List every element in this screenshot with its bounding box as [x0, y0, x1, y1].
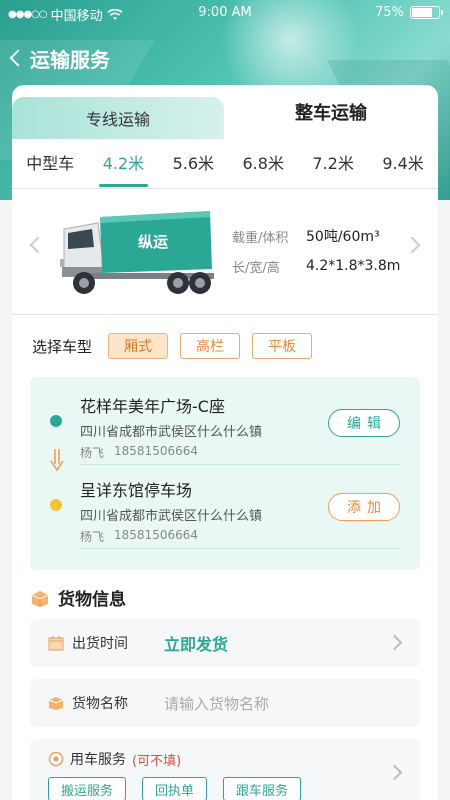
chevron-right-icon[interactable] — [386, 764, 403, 781]
cargo-section-title: 货物信息 — [30, 585, 126, 610]
stop-name: 呈详东馆停车场 — [80, 481, 193, 500]
package-icon — [31, 590, 49, 607]
divider — [80, 548, 400, 549]
section-title-text: 货物信息 — [58, 590, 126, 610]
pickup-stop: 花样年美年广场-C座 四川省成都市武侯区什么什么镇 杨飞 18581506664… — [30, 385, 420, 465]
battery-status: 75% — [375, 5, 443, 20]
tab-dedicated-line[interactable]: 专线运输 — [12, 97, 224, 139]
size-tab[interactable]: 7.2米 — [308, 139, 357, 189]
chevron-right-icon — [386, 634, 403, 651]
ship-time-field[interactable]: 出货时间 立即发货 — [30, 619, 420, 667]
stop-contact: 杨飞 18581506664 — [80, 444, 262, 461]
contact-phone: 18581506664 — [114, 528, 198, 542]
service-options: 搬运服务 回执单 跟车服务 — [48, 777, 302, 800]
stop-contact: 杨飞 18581506664 — [80, 528, 262, 545]
size-tab[interactable]: 中型车 — [22, 139, 78, 189]
stop-name: 花样年美年广场-C座 — [80, 397, 225, 416]
prev-truck-arrow-icon[interactable] — [29, 236, 47, 254]
delivery-dot-icon — [50, 499, 62, 511]
vehicle-type-label: 选择车型 — [32, 337, 93, 356]
truck-size-tabs: 中型车 4.2米 5.6米 6.8米 7.2米 9.4米 — [12, 139, 438, 189]
stop-address: 四川省成都市武侯区什么什么镇 — [80, 425, 263, 440]
truck-brand-text: 纵运 — [138, 233, 168, 251]
spec-label: 载重/体积 — [232, 230, 289, 246]
nav-bar: 运输服务 — [0, 40, 110, 76]
spec-label: 长/宽/高 — [232, 260, 280, 276]
size-tab[interactable]: 6.8米 — [239, 139, 288, 189]
delivery-stop: 呈详东馆停车场 四川省成都市武侯区什么什么镇 杨飞 18581506664 添加 — [30, 469, 420, 549]
services-label: 用车服务 — [70, 752, 126, 768]
tab-full-truck[interactable]: 整车运输 — [224, 85, 438, 139]
battery-fill — [412, 8, 432, 17]
add-button[interactable]: 添加 — [328, 493, 400, 521]
vehicle-type-option[interactable]: 厢式 — [108, 333, 169, 359]
contact-name: 杨飞 — [80, 446, 105, 460]
pickup-dot-icon — [50, 415, 62, 427]
service-icon — [48, 751, 64, 767]
service-option[interactable]: 搬运服务 — [48, 777, 127, 800]
status-bar: ●●●○○ 中国移动 9:00 AM 75% — [0, 0, 450, 26]
stop-address: 四川省成都市武侯区什么什么镇 — [80, 509, 263, 524]
spec-value: 4.2*1.8*3.8m — [306, 258, 401, 274]
optional-hint: (可不填) — [132, 753, 182, 769]
spec-value: 50吨/60m³ — [306, 229, 380, 245]
size-tab[interactable]: 5.6米 — [169, 139, 218, 189]
truck-specs: 载重/体积 50吨/60m³ 长/宽/高 4.2*1.8*3.8m — [232, 221, 400, 281]
battery-percent: 75% — [375, 5, 404, 20]
vehicle-type-selector: 选择车型 厢式 高栏 平板 — [12, 315, 438, 377]
edit-button[interactable]: 编辑 — [328, 409, 400, 437]
field-label: 出货时间 — [72, 636, 128, 652]
services-header: 用车服务 (可不填) — [48, 749, 181, 769]
main-card: 专线运输 整车运输 中型车 4.2米 5.6米 6.8米 7.2米 9.4米 纵… — [12, 85, 438, 800]
chevron-left-icon — [9, 49, 27, 67]
spec-load-volume: 载重/体积 50吨/60m³ — [232, 221, 400, 251]
stop-details: 呈详东馆停车场 四川省成都市武侯区什么什么镇 杨飞 18581506664 — [80, 477, 262, 545]
vehicle-services-field: 用车服务 (可不填) 搬运服务 回执单 跟车服务 — [30, 739, 420, 800]
divider — [80, 464, 400, 465]
field-label: 货物名称 — [72, 696, 128, 712]
spec-dimensions: 长/宽/高 4.2*1.8*3.8m — [232, 251, 400, 281]
direction-arrow-icon — [50, 449, 64, 471]
battery-icon — [410, 6, 443, 19]
truck-info: 纵运 载重/体积 50吨/60m³ 长/宽/高 4.2*1.8*3.8m — [12, 189, 438, 315]
route-card: 花样年美年广场-C座 四川省成都市武侯区什么什么镇 杨飞 18581506664… — [30, 377, 420, 570]
page-title: 运输服务 — [30, 47, 110, 72]
calendar-icon — [48, 636, 64, 651]
vehicle-type-option[interactable]: 高栏 — [180, 333, 241, 359]
vehicle-type-option[interactable]: 平板 — [252, 333, 313, 359]
truck-image: 纵运 — [60, 211, 214, 294]
package-icon — [48, 697, 64, 710]
stop-details: 花样年美年广场-C座 四川省成都市武侯区什么什么镇 杨飞 18581506664 — [80, 393, 262, 461]
contact-phone: 18581506664 — [114, 444, 198, 458]
transport-tabs: 专线运输 整车运输 — [12, 85, 438, 139]
ship-time-value: 立即发货 — [164, 635, 229, 654]
service-option[interactable]: 回执单 — [142, 777, 208, 800]
contact-name: 杨飞 — [80, 530, 105, 544]
size-tab[interactable]: 9.4米 — [378, 139, 427, 189]
back-button[interactable] — [0, 40, 30, 76]
size-tab[interactable]: 4.2米 — [98, 139, 149, 189]
cargo-name-input[interactable]: 请输入货物名称 — [164, 693, 269, 714]
service-option[interactable]: 跟车服务 — [223, 777, 302, 800]
cargo-name-field[interactable]: 货物名称 请输入货物名称 — [30, 679, 420, 727]
next-truck-arrow-icon[interactable] — [403, 236, 421, 254]
